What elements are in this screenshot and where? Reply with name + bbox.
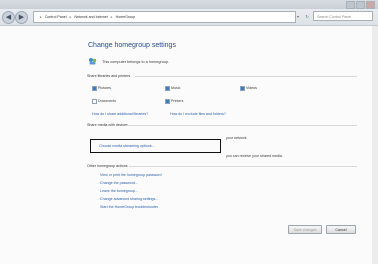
highlight-box	[90, 139, 221, 153]
forward-arrow-icon[interactable]: ▶	[15, 11, 28, 24]
address-bar[interactable]: ▸ Control Panel ▸ Network and Internet ▸…	[33, 11, 296, 23]
back-arrow-icon[interactable]: ◀	[2, 11, 15, 24]
control-panel-window: ◀ ▶ ▸ Control Panel ▸ Network and Intern…	[0, 0, 378, 264]
link-share-libraries[interactable]: How do I share additional libraries?	[92, 112, 148, 116]
minimize-button[interactable]	[346, 1, 355, 9]
refresh-icon[interactable]: ↻	[303, 12, 311, 21]
homegroup-status: This computer belongs to a homegroup.	[102, 60, 170, 64]
checkbox-label-pictures: Pictures	[98, 86, 111, 90]
link-view-password[interactable]: View or print the homegroup password	[100, 173, 161, 177]
checkbox-label-documents: Documents	[98, 99, 117, 103]
link-advanced-sharing[interactable]: Change advanced sharing settings...	[100, 197, 158, 201]
checkbox-music[interactable]	[165, 86, 170, 91]
section-share-heading: Share libraries and printers	[87, 74, 357, 79]
checkbox-videos[interactable]	[240, 86, 245, 91]
checkbox-label-printers: Printers	[171, 99, 184, 103]
link-exclude-files[interactable]: How do I exclude files and folders?	[170, 112, 226, 116]
link-leave-homegroup[interactable]: Leave the homegroup...	[100, 189, 138, 193]
breadcrumb-network[interactable]: Network and Internet	[74, 15, 107, 19]
breadcrumb-control-panel[interactable]: Control Panel	[45, 15, 67, 19]
checkbox-label-videos: Videos	[246, 86, 257, 90]
section-label: Other homegroup actions	[87, 164, 128, 168]
checkbox-printers[interactable]	[165, 99, 170, 104]
section-other-heading: Other homegroup actions	[87, 164, 357, 169]
checkbox-label-music: Music	[171, 86, 181, 90]
link-change-password[interactable]: Change the password...	[100, 181, 138, 185]
divider	[135, 76, 357, 77]
search-input[interactable]: Search Control Panel	[313, 11, 373, 21]
maximize-button[interactable]	[356, 1, 365, 9]
save-changes-button[interactable]: Save changes	[288, 225, 322, 234]
divider	[127, 125, 357, 126]
breadcrumb-separator: ▸	[69, 15, 72, 19]
chevron-down-icon[interactable]: ▾	[294, 12, 302, 21]
checkbox-pictures[interactable]	[92, 86, 97, 91]
breadcrumb-homegroup[interactable]: HomeGroup	[116, 15, 136, 19]
link-troubleshooter[interactable]: Start the HomeGroup troubleshooter	[100, 205, 158, 209]
close-button[interactable]	[366, 1, 375, 9]
breadcrumb-separator: ▸	[40, 15, 42, 19]
section-media-heading: Share media with devices	[87, 123, 357, 128]
media-description-line2: you can receive your shared media.	[226, 154, 283, 158]
section-label: Share libraries and printers	[87, 74, 131, 78]
title-bar	[0, 0, 378, 9]
scrollbar[interactable]	[372, 26, 378, 264]
page-title: Change homegroup settings	[88, 42, 176, 49]
checkbox-documents[interactable]	[92, 99, 97, 104]
homegroup-icon	[89, 58, 97, 65]
section-label: Share media with devices	[87, 123, 128, 127]
navigation-bar: ◀ ▶ ▸ Control Panel ▸ Network and Intern…	[0, 9, 378, 26]
cancel-button[interactable]: Cancel	[326, 225, 356, 234]
breadcrumb-separator: ▸	[110, 15, 113, 19]
media-description-line1: your network	[226, 136, 247, 140]
divider	[129, 166, 357, 167]
